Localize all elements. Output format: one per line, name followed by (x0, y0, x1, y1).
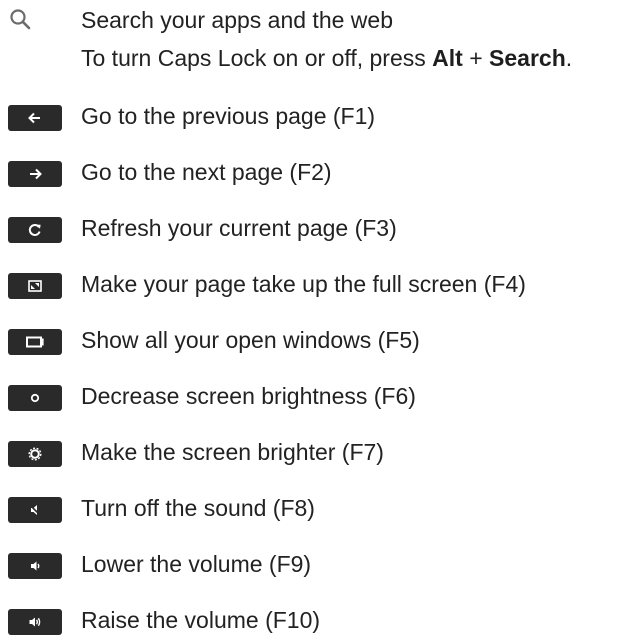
search-shortcut-label: Search your apps and the web (81, 7, 393, 33)
search-icon (8, 7, 34, 33)
shortcut-row-f7: Make the screen brighter (F7) (0, 434, 629, 474)
shortcut-row-f4: Make your page take up the full screen (… (0, 266, 629, 306)
volume-down-icon (8, 553, 62, 579)
mute-icon (8, 497, 62, 523)
shortcut-label: Go to the previous page (F1) (81, 103, 376, 129)
shortcut-row-f8: Turn off the sound (F8) (0, 490, 629, 530)
shortcut-row-f3: Refresh your current page (F3) (0, 210, 629, 250)
shortcut-label: Lower the volume (F9) (81, 551, 312, 577)
shortcut-row-f1: Go to the previous page (F1) (0, 98, 629, 138)
shortcut-row-f5: Show all your open windows (F5) (0, 322, 629, 362)
caps-lock-hint-suffix: . (565, 45, 573, 71)
caps-lock-hint-prefix: To turn Caps Lock on or off, press (81, 45, 433, 71)
brightness-up-icon (8, 441, 62, 467)
alt-key-label: Alt (432, 45, 463, 71)
search-key-label: Search (489, 45, 566, 71)
shortcut-row-f10: Raise the volume (F10) (0, 602, 629, 642)
forward-arrow-icon (8, 161, 62, 187)
back-arrow-icon (8, 105, 62, 131)
shortcut-label: Make the screen brighter (F7) (81, 439, 384, 465)
caps-lock-hint: To turn Caps Lock on or off, press Alt +… (81, 42, 572, 74)
search-shortcut-row: Search your apps and the web To turn Cap… (0, 0, 629, 80)
shortcut-label: Show all your open windows (F5) (81, 327, 420, 353)
shortcut-label: Turn off the sound (F8) (81, 495, 315, 521)
keyboard-shortcuts-list: Search your apps and the web To turn Cap… (0, 0, 629, 635)
shortcut-row-f2: Go to the next page (F2) (0, 154, 629, 194)
shortcut-label: Raise the volume (F10) (81, 607, 321, 633)
shortcut-label: Refresh your current page (F3) (81, 215, 397, 241)
refresh-icon (8, 217, 62, 243)
shortcut-label: Decrease screen brightness (F6) (81, 383, 416, 409)
shortcut-label: Go to the next page (F2) (81, 159, 332, 185)
volume-up-icon (8, 609, 62, 635)
fullscreen-icon (8, 273, 62, 299)
shortcut-label: Make your page take up the full screen (… (81, 271, 526, 297)
plus-sign: + (462, 45, 490, 71)
overview-windows-icon (8, 329, 62, 355)
shortcut-row-f9: Lower the volume (F9) (0, 546, 629, 586)
brightness-down-icon (8, 385, 62, 411)
shortcut-row-f6: Decrease screen brightness (F6) (0, 378, 629, 418)
